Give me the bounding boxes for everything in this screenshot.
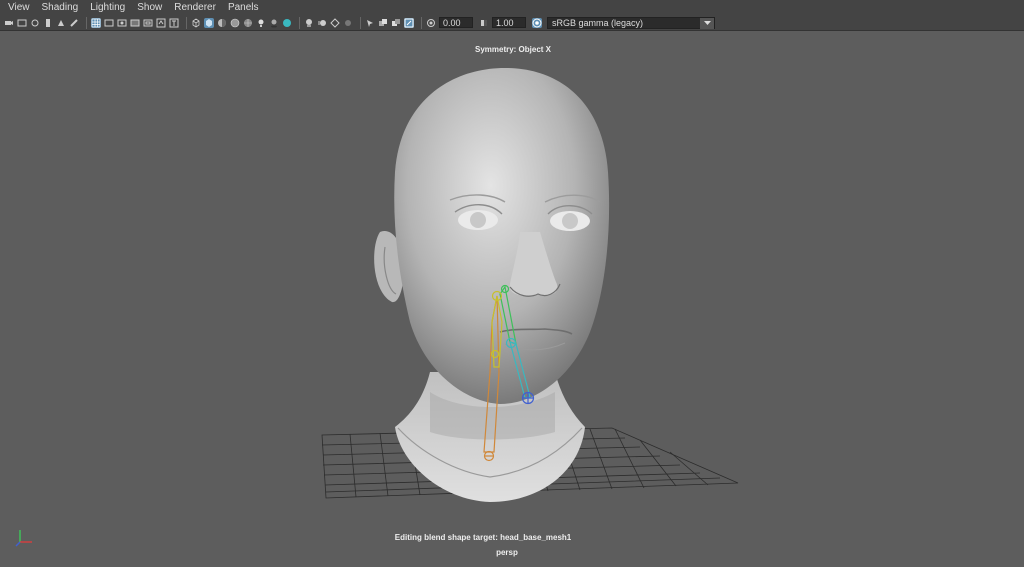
3d-viewport[interactable]: Symmetry: Object X Editing blend shape t… (0, 32, 1024, 567)
color-management-icon[interactable] (532, 17, 542, 28)
two-d-pan-zoom-icon[interactable] (56, 18, 66, 28)
resolution-gate-icon[interactable] (117, 18, 127, 28)
symmetry-label: Symmetry: Object X (474, 45, 552, 54)
xray-components-icon[interactable] (404, 17, 414, 28)
smooth-shade-icon[interactable] (204, 17, 214, 28)
use-all-lights-icon[interactable] (256, 18, 266, 28)
viewport-scene (15, 68, 739, 547)
xray-joints-icon[interactable] (391, 18, 401, 28)
xray-icon[interactable] (378, 18, 388, 28)
bookmarks-icon[interactable] (30, 18, 40, 28)
menu-lighting[interactable]: Lighting (90, 2, 125, 13)
select-camera-icon[interactable] (4, 18, 14, 28)
toolbar-separator (299, 16, 300, 29)
shadows-icon[interactable] (269, 18, 279, 28)
menu-view[interactable]: View (8, 2, 30, 13)
anti-aliasing-icon[interactable] (330, 17, 340, 28)
camera-attributes-icon[interactable] (17, 18, 27, 28)
exposure-field[interactable]: 0.00 (439, 17, 473, 28)
film-gate-icon[interactable] (104, 18, 114, 28)
wireframe-on-shaded-icon[interactable] (230, 18, 240, 28)
menu-show[interactable]: Show (137, 2, 162, 13)
gate-mask-icon[interactable] (130, 18, 140, 28)
grease-pencil-icon[interactable] (69, 18, 79, 28)
image-plane-icon[interactable] (43, 18, 53, 28)
toolbar-separator (86, 16, 87, 29)
depth-of-field-icon[interactable] (343, 18, 353, 28)
safe-action-icon[interactable] (156, 18, 166, 28)
head-mesh[interactable] (374, 68, 610, 502)
gamma-icon[interactable] (479, 18, 489, 28)
safe-title-icon[interactable] (169, 18, 179, 28)
field-chart-icon[interactable] (143, 18, 153, 28)
screen-space-ao-icon[interactable] (304, 18, 314, 28)
toolbar-separator (421, 16, 422, 29)
chevron-down-icon (700, 17, 714, 29)
view-transform-label: sRGB gamma (legacy) (552, 17, 644, 28)
view-transform-dropdown[interactable]: sRGB gamma (legacy) (547, 16, 715, 29)
ambient-occlusion-icon[interactable] (282, 18, 292, 28)
camera-name-label: persp (496, 548, 518, 557)
view-axis-gizmo (15, 530, 32, 547)
panel-toolbar: 0.00 1.00 sRGB gamma (legacy) (0, 15, 1024, 31)
toolbar-separator (186, 16, 187, 29)
default-material-icon[interactable] (217, 18, 227, 28)
menu-shading[interactable]: Shading (42, 2, 79, 13)
motion-blur-icon[interactable] (317, 18, 327, 28)
wireframe-icon[interactable] (191, 18, 201, 28)
toolbar-separator (360, 16, 361, 29)
menu-panels[interactable]: Panels (228, 2, 259, 13)
grid-icon[interactable] (91, 17, 101, 28)
menu-renderer[interactable]: Renderer (174, 2, 216, 13)
panel-menubar: View Shading Lighting Show Renderer Pane… (0, 0, 1024, 15)
textured-icon[interactable] (243, 18, 253, 28)
gamma-field[interactable]: 1.00 (492, 17, 526, 28)
maya-viewport-panel: View Shading Lighting Show Renderer Pane… (0, 0, 1024, 567)
blend-shape-editing-label: Editing blend shape target: head_base_me… (394, 533, 572, 542)
isolate-select-icon[interactable] (365, 18, 375, 28)
exposure-icon[interactable] (426, 18, 436, 28)
